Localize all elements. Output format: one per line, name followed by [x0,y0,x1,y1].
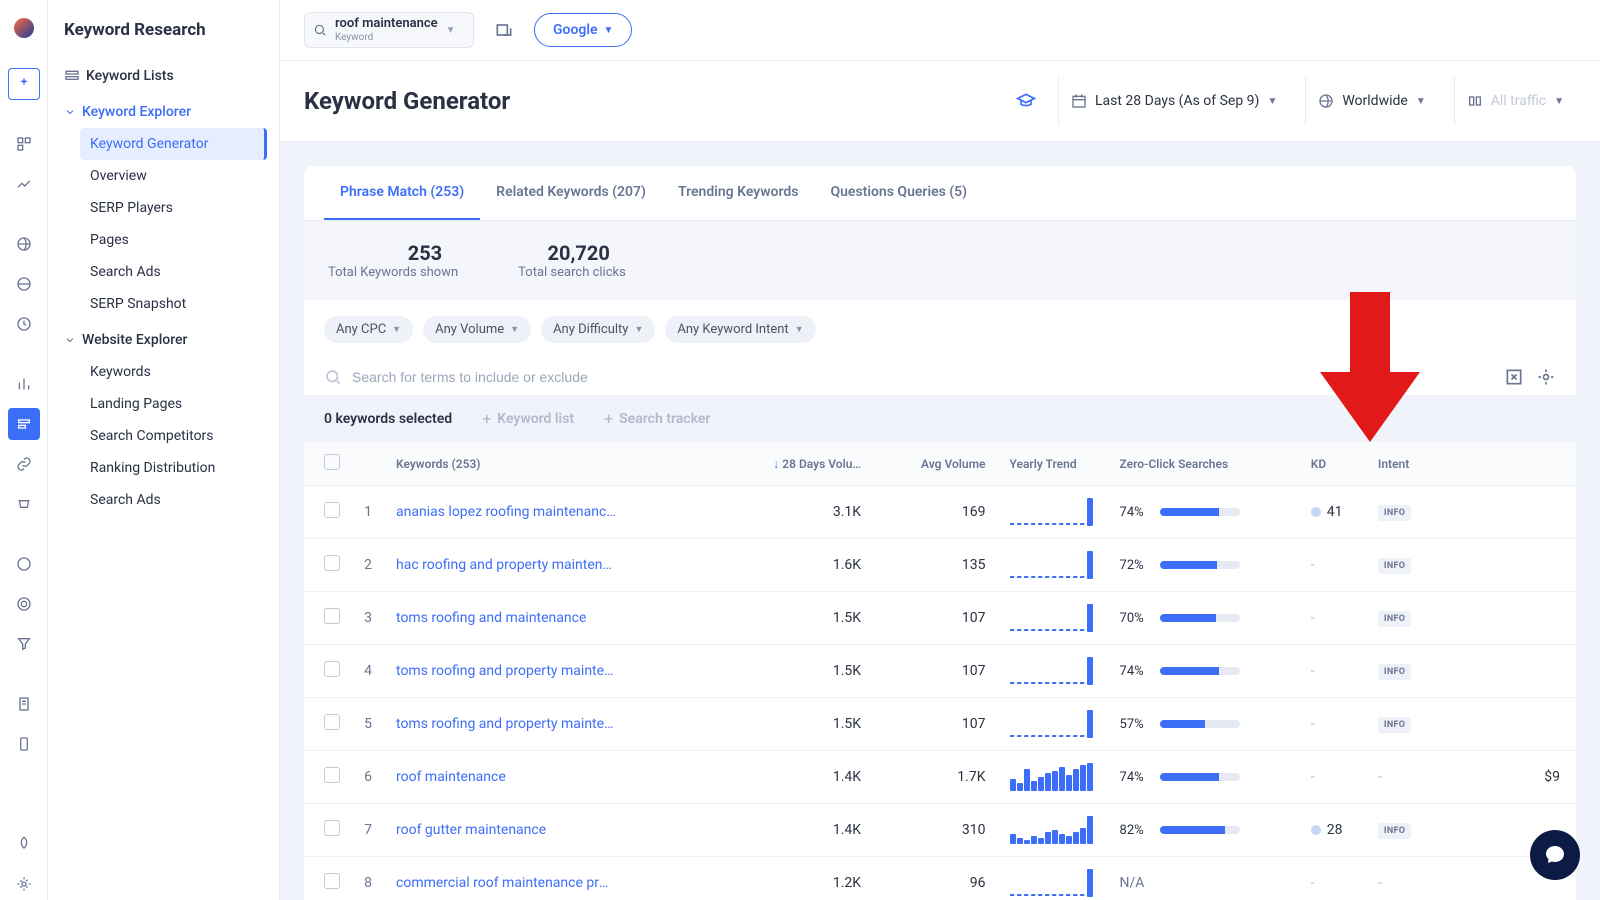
globe2-icon[interactable] [8,268,40,300]
filter-chip[interactable]: Any Keyword Intent ▼ [665,316,815,343]
table-row: 2hac roofing and property maintena…1.6K1… [304,539,1576,592]
search-tool-icon[interactable] [8,408,40,440]
total-keywords-value: 253 [328,241,458,265]
row-checkbox[interactable] [324,873,340,889]
tag-icon[interactable] [8,488,40,520]
row-checkbox[interactable] [324,555,340,571]
row-checkbox[interactable] [324,767,340,783]
education-icon[interactable] [1010,85,1042,117]
bar-icon[interactable] [8,368,40,400]
keyword-link[interactable]: toms roofing and maintenance [396,610,616,626]
row-checkbox[interactable] [324,502,340,518]
sidebar-item[interactable]: Pages [80,224,267,256]
sidebar-item[interactable]: Search Ads [80,256,267,288]
settings-icon[interactable] [1536,367,1556,387]
row-checkbox[interactable] [324,608,340,624]
col-zero-click[interactable]: Zero-Click Searches [1112,442,1303,486]
compare-button[interactable] [486,12,522,48]
tab[interactable]: Related Keywords (207) [480,166,662,220]
row-checkbox[interactable] [324,820,340,836]
sidebar-item[interactable]: SERP Players [80,192,267,224]
selection-count: 0 keywords selected [324,411,452,427]
filter-chip[interactable]: Any Difficulty ▼ [541,316,655,343]
keyword-link[interactable]: toms roofing and property mainten… [396,663,616,679]
sidebar-item[interactable]: Landing Pages [80,388,267,420]
tab[interactable]: Trending Keywords [662,166,815,220]
chat-button[interactable] [1530,830,1580,880]
table-row: 1ananias lopez roofing maintenanc…3.1K16… [304,486,1576,539]
keyword-link[interactable]: hac roofing and property maintena… [396,557,616,573]
link-icon[interactable] [8,448,40,480]
keyword-link[interactable]: toms roofing and property mainten… [396,716,616,732]
sidebar-item[interactable]: Keywords [80,356,267,388]
ai-icon[interactable] [8,68,40,100]
row-checkbox[interactable] [324,661,340,677]
topbar: roof maintenance Keyword ▼ Google ▼ [280,0,1600,61]
table-row: 7roof gutter maintenance1.4K31082%28INFO [304,804,1576,857]
sidebar-item[interactable]: Overview [80,160,267,192]
engine-select[interactable]: Google ▼ [534,13,632,47]
sidebar: Keyword Research Keyword Lists Keyword E… [48,0,280,900]
table-row: 6roof maintenance1.4K1.7K74%--$9 [304,751,1576,804]
app-logo [12,16,36,40]
doc-icon[interactable] [8,688,40,720]
date-range-filter[interactable]: Last 28 Days (As of Sep 9) ▼ [1058,77,1289,125]
rocket-icon[interactable] [8,828,40,860]
annotation-arrow [1320,292,1420,446]
col-28days-volume[interactable]: ↓ 28 Days Volu… [720,442,877,486]
keyword-lists[interactable]: Keyword Lists [60,60,267,92]
sidebar-item[interactable]: SERP Snapshot [80,288,267,320]
sidebar-item[interactable]: Search Ads [80,484,267,516]
col-intent[interactable]: Intent [1370,442,1526,486]
col-kd[interactable]: KD [1303,442,1370,486]
icon-rail [0,0,48,900]
search-icon [324,368,342,386]
add-keyword-list[interactable]: +Keyword list [482,409,574,428]
globe-icon[interactable] [8,228,40,260]
keyword-link[interactable]: ananias lopez roofing maintenanc… [396,504,616,520]
keyword-link[interactable]: roof maintenance [396,769,616,785]
keyword-link[interactable]: roof gutter maintenance [396,822,616,838]
table-row: 8commercial roof maintenance pro…1.2K96N… [304,857,1576,900]
sidebar-item[interactable]: Keyword Generator [80,128,267,160]
filter-chip[interactable]: Any Volume ▼ [423,316,531,343]
tab[interactable]: Phrase Match (253) [324,166,480,220]
table-row: 5toms roofing and property mainten…1.5K1… [304,698,1576,751]
target-icon[interactable] [8,588,40,620]
tabs: Phrase Match (253)Related Keywords (207)… [304,166,1576,221]
add-search-tracker[interactable]: +Search tracker [604,409,710,428]
sidebar-title: Keyword Research [60,20,267,40]
keyword-link[interactable]: commercial roof maintenance pro… [396,875,616,891]
table-row: 4toms roofing and property mainten…1.5K1… [304,645,1576,698]
mobile-icon[interactable] [8,728,40,760]
globe3-icon[interactable] [8,548,40,580]
filter-chip[interactable]: Any CPC ▼ [324,316,413,343]
sidebar-item[interactable]: Search Competitors [80,420,267,452]
total-clicks-value: 20,720 [518,241,626,265]
col-avg-volume[interactable]: Avg Volume [877,442,1001,486]
location-filter[interactable]: Worldwide ▼ [1305,77,1437,125]
tab[interactable]: Questions Queries (5) [814,166,983,220]
row-checkbox[interactable] [324,714,340,730]
col-yearly-trend[interactable]: Yearly Trend [1002,442,1112,486]
select-all-checkbox[interactable] [324,454,340,470]
page-title: Keyword Generator [304,87,994,115]
traffic-filter[interactable]: All traffic ▼ [1454,77,1576,125]
export-excel-icon[interactable] [1504,367,1524,387]
dashboard-icon[interactable] [8,128,40,160]
keyword-input[interactable]: roof maintenance Keyword ▼ [304,12,474,48]
clock-icon[interactable] [8,308,40,340]
sidebar-item[interactable]: Ranking Distribution [80,452,267,484]
analytics-icon[interactable] [8,168,40,200]
col-keywords[interactable]: Keywords (253) [388,442,720,486]
website-explorer-group[interactable]: Website Explorer [60,324,267,356]
keyword-explorer-group[interactable]: Keyword Explorer [60,96,267,128]
table-row: 3toms roofing and maintenance1.5K10770%-… [304,592,1576,645]
gear-icon[interactable] [8,868,40,900]
funnel-icon[interactable] [8,628,40,660]
